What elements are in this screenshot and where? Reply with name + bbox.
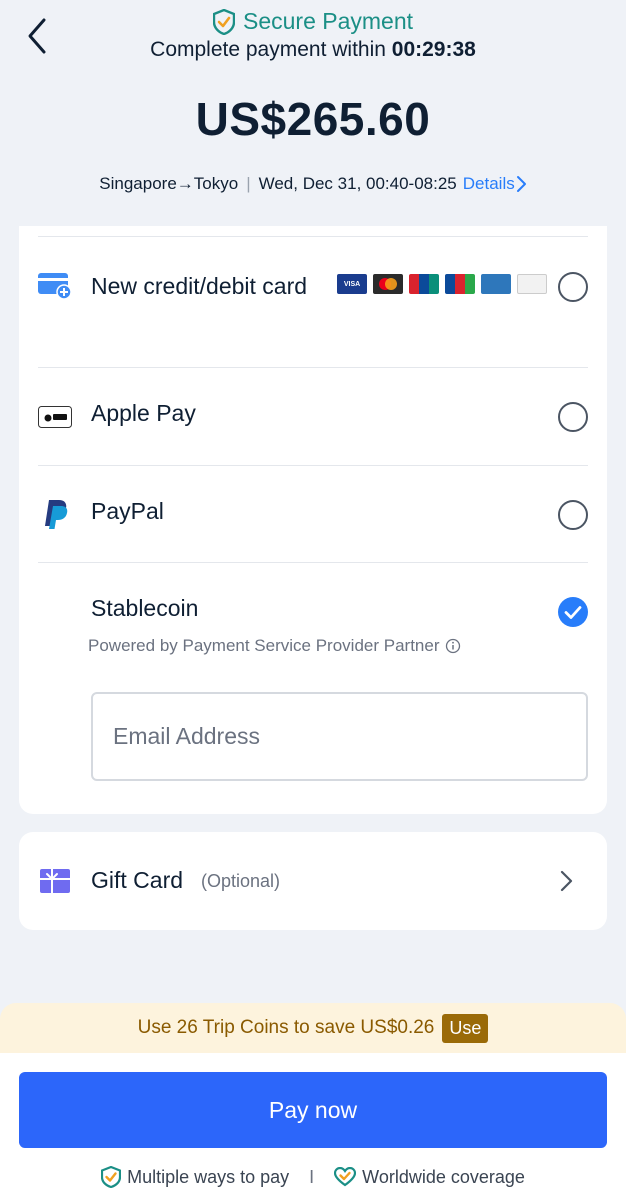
payment-timer-row: Complete payment within 00:29:38 [0, 38, 626, 62]
trip-summary: Singapore→Tokyo | Wed, Dec 31, 00:40-08:… [0, 174, 626, 194]
discover-logo [517, 274, 547, 294]
assurance-label: Worldwide coverage [362, 1166, 525, 1187]
shield-check-icon [101, 1166, 122, 1188]
amex-logo [481, 274, 511, 294]
payment-method-credit-card[interactable]: New credit/debit card VISA [19, 256, 607, 366]
payment-method-paypal[interactable]: PayPal [19, 466, 607, 562]
countdown-timer: 00:29:38 [391, 38, 476, 61]
trip-separator: | [246, 174, 251, 193]
assurance-multiple-ways: Multiple ways to pay [101, 1166, 289, 1188]
payment-method-apple-pay[interactable]: Apple Pay [19, 368, 607, 465]
gift-card-label: Gift Card [91, 867, 184, 893]
visa-logo: VISA [337, 274, 367, 294]
shield-check-icon [212, 8, 235, 35]
stablecoin-label: Stablecoin [91, 595, 199, 621]
trip-time: Wed, Dec 31, 00:40-08:25 [258, 174, 457, 193]
payment-header: Secure Payment Complete payment within 0… [0, 0, 626, 225]
gift-card-row[interactable]: Gift Card (Optional) [19, 832, 607, 930]
chevron-right-icon [516, 176, 526, 192]
details-link[interactable]: Details [463, 174, 527, 194]
assurance-label: Multiple ways to pay [127, 1166, 290, 1187]
trip-coins-text: Use 26 Trip Coins to save US$0.26 [137, 1017, 435, 1038]
chevron-right-icon [560, 870, 573, 892]
info-icon[interactable] [445, 638, 461, 654]
trip-coins-banner: Use 26 Trip Coins to save US$0.26 Use [0, 1003, 626, 1053]
stablecoin-provider-note: Powered by Payment Service Provider Part… [88, 636, 461, 656]
apple-pay-icon [38, 406, 72, 428]
unionpay-logo [409, 274, 439, 294]
credit-card-icon [38, 273, 72, 300]
pay-now-button[interactable]: Pay now [19, 1072, 607, 1148]
email-address-field[interactable] [91, 692, 588, 781]
checkmark-icon [564, 606, 582, 619]
provider-note-text: Powered by Payment Service Provider Part… [88, 636, 440, 655]
assurance-separator: I [309, 1166, 315, 1187]
payment-method-stablecoin[interactable]: Stablecoin [19, 563, 607, 627]
payment-assurances: Multiple ways to pay I Worldwide coverag… [0, 1166, 626, 1188]
gift-card-icon [40, 869, 70, 893]
secure-payment-title: Secure Payment [242, 8, 414, 34]
gift-card-optional: (Optional) [201, 871, 281, 891]
trip-route: Singapore→Tokyo [99, 174, 239, 193]
apple-pay-radio[interactable] [558, 402, 588, 432]
timer-prefix: Complete payment within [150, 38, 386, 61]
secure-payment-title-row: Secure Payment [0, 8, 626, 35]
details-label: Details [462, 174, 515, 193]
paypal-radio[interactable] [558, 500, 588, 530]
divider [38, 236, 588, 237]
total-amount: US$265.60 [195, 93, 431, 145]
payment-methods-card: New credit/debit card VISA Apple Pay Pay… [19, 226, 607, 814]
heart-check-icon [334, 1167, 357, 1187]
use-coins-button[interactable]: Use [442, 1013, 489, 1043]
stablecoin-radio[interactable] [558, 597, 588, 627]
paypal-icon [45, 500, 68, 529]
apple-pay-label: Apple Pay [91, 400, 196, 426]
jcb-logo [445, 274, 475, 294]
paypal-label: PayPal [91, 498, 164, 524]
credit-card-radio[interactable] [558, 272, 588, 302]
card-brand-logos: VISA [337, 274, 547, 294]
assurance-worldwide: Worldwide coverage [334, 1167, 525, 1188]
credit-card-label: New credit/debit card [91, 273, 308, 299]
mastercard-logo [373, 274, 403, 294]
